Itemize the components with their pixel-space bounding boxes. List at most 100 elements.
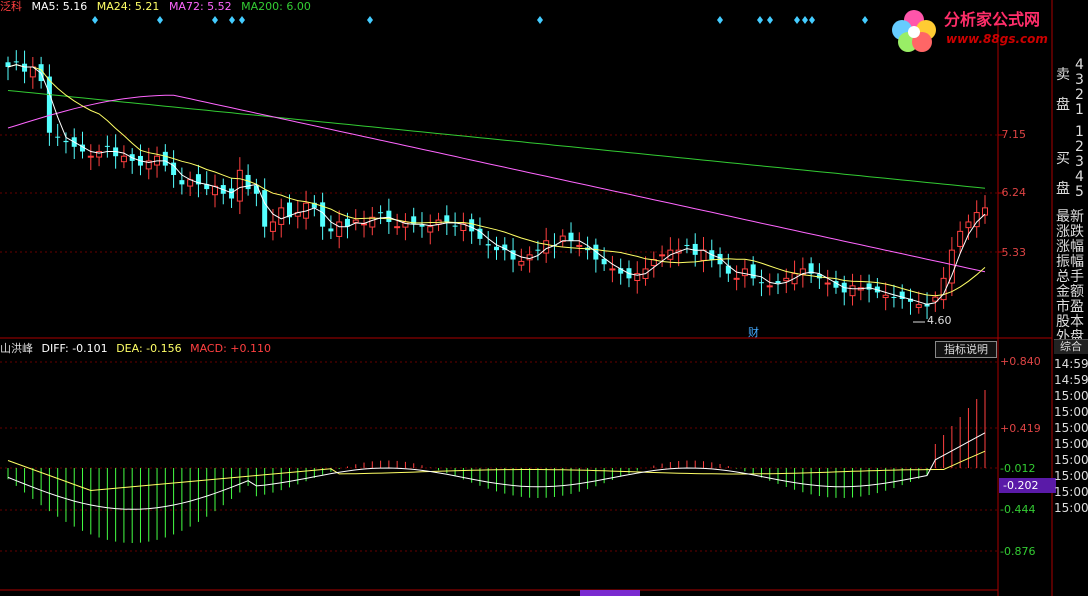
indicator-help-button[interactable]: 指标说明 xyxy=(935,341,997,358)
candle-body xyxy=(63,140,69,143)
candle-body xyxy=(750,264,756,279)
candle-body xyxy=(510,250,516,260)
quote-label: 金额 xyxy=(1056,284,1084,300)
quote-label: 市盈 xyxy=(1056,299,1084,315)
buy-level: 5 xyxy=(1075,184,1084,200)
signal-diamond xyxy=(157,16,163,24)
candle-body xyxy=(965,221,972,229)
signal-diamond xyxy=(862,16,868,24)
candle-body xyxy=(824,282,831,285)
candle-body xyxy=(733,277,740,280)
quote-label: 振幅 xyxy=(1056,254,1084,270)
signal-diamond xyxy=(767,16,773,24)
candle-body xyxy=(849,285,856,297)
trade-time: 15:00 xyxy=(1054,389,1088,403)
candle-body xyxy=(469,219,475,232)
candle-body xyxy=(444,215,450,222)
trade-time: 14:59 xyxy=(1054,357,1088,371)
signal-diamond xyxy=(92,16,98,24)
price-tick-1: 7.15 xyxy=(1001,128,1027,141)
low-price-label: 4.60 xyxy=(927,314,952,327)
candle-body xyxy=(262,190,268,227)
candle-body xyxy=(394,226,401,229)
logo-text: 分析家公式网 xyxy=(944,10,1041,29)
quote-label: 涨幅 xyxy=(1056,239,1084,255)
trade-time: 15:00 xyxy=(1054,405,1088,419)
quote-labels: 最新 涨跌 涨幅 振幅 总手 金额 市盈 股本 外盘 xyxy=(1056,210,1084,345)
candle-body xyxy=(336,221,343,237)
candle-body xyxy=(378,212,384,214)
candle-body xyxy=(518,260,525,266)
ma200-line xyxy=(7,90,986,189)
candle-body xyxy=(783,277,790,282)
macd-tick-5: -0.444 xyxy=(1000,503,1036,516)
candle-body xyxy=(13,61,19,63)
candle-body xyxy=(882,294,889,299)
price-tick-3: 5.33 xyxy=(1001,246,1027,259)
indicator-name: 山洪峰 xyxy=(0,342,33,355)
buy-text: 买盘 xyxy=(1056,151,1070,197)
ma72-legend: MA72: 5.52 xyxy=(168,0,232,13)
candle-body xyxy=(891,296,897,298)
macd-value: MACD: +0.110 xyxy=(190,342,271,355)
quote-label: 股本 xyxy=(1056,314,1084,330)
finance-marker[interactable]: 财 xyxy=(748,324,759,340)
trade-time: 15:00 xyxy=(1054,437,1088,451)
candle-body xyxy=(576,244,583,247)
candle-body xyxy=(427,226,434,233)
candle-body xyxy=(494,246,499,251)
diff-value: DIFF: -0.101 xyxy=(41,342,108,355)
candle-body xyxy=(236,169,243,202)
date-cursor xyxy=(580,590,640,596)
quote-label: 最新 xyxy=(1056,209,1084,225)
sell-level: 3 xyxy=(1075,72,1084,88)
candle-body xyxy=(419,224,425,227)
chart-canvas[interactable] xyxy=(0,0,1056,596)
sell-levels: 4 3 2 1 xyxy=(1075,58,1084,118)
ma5-legend: MA5: 5.16 xyxy=(31,0,88,13)
macd-tick-6: -0.876 xyxy=(1000,545,1036,558)
ma200-legend: MA200: 6.00 xyxy=(241,0,311,13)
trade-time: 15:00 xyxy=(1054,485,1088,499)
quote-label: 总手 xyxy=(1056,269,1084,285)
candle-body xyxy=(22,63,28,72)
sell-level: 2 xyxy=(1075,87,1084,103)
macd-tick-1: +0.840 xyxy=(1000,355,1041,368)
flower-logo-icon xyxy=(892,10,936,52)
sell-label: 卖盘 xyxy=(1056,60,1074,120)
candle-body xyxy=(775,281,781,284)
signal-diamond xyxy=(757,16,763,24)
sell-level: 1 xyxy=(1075,102,1084,118)
trade-times: 14:59 14:59 15:00 15:00 15:00 15:00 15:0… xyxy=(1054,356,1088,516)
ma24-legend: MA24: 5.21 xyxy=(96,0,160,13)
macd-tick-2: +0.419 xyxy=(1000,422,1041,435)
macd-current-badge: -0.202 xyxy=(999,478,1056,493)
signal-diamond xyxy=(239,16,245,24)
dea-value: DEA: -0.156 xyxy=(116,342,182,355)
candle-body xyxy=(609,268,616,271)
buy-level: 3 xyxy=(1075,154,1084,170)
ma-legend: 泛科 MA5: 5.16 MA24: 5.21 MA72: 5.52 MA200… xyxy=(0,0,317,14)
candle-body xyxy=(328,228,334,232)
buy-level: 1 xyxy=(1075,124,1084,140)
signal-diamond xyxy=(802,16,808,24)
quote-label: 涨跌 xyxy=(1056,224,1084,240)
candle-body xyxy=(982,207,988,216)
signal-diamond xyxy=(367,16,373,24)
candle-body xyxy=(104,145,110,147)
buy-level: 4 xyxy=(1075,169,1084,185)
trade-time: 14:59 xyxy=(1054,373,1088,387)
candle-body xyxy=(179,180,185,185)
trade-time: 15:00 xyxy=(1054,469,1088,483)
macd-tick-3: -0.012 xyxy=(1000,462,1036,475)
candle-body xyxy=(758,282,764,284)
logo-url: www.88gs.com xyxy=(946,32,1048,46)
tab-summary[interactable]: 综合 xyxy=(1054,339,1088,354)
candle-body xyxy=(269,221,276,232)
candle-body xyxy=(369,216,376,228)
candle-body xyxy=(766,285,773,288)
candle-body xyxy=(866,283,872,290)
candle-body xyxy=(229,188,235,199)
signal-diamond xyxy=(717,16,723,24)
candle-body xyxy=(46,76,52,133)
